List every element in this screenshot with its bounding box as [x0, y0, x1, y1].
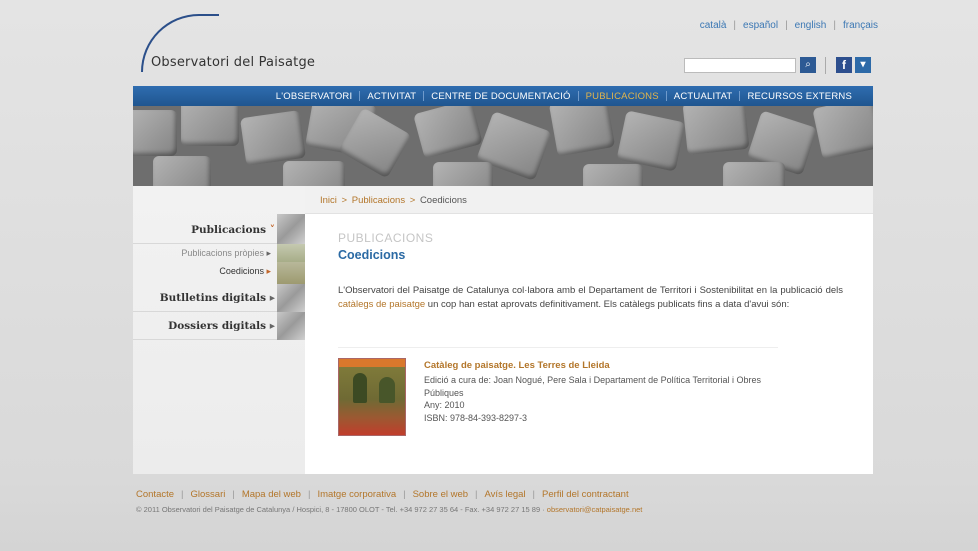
nav-actualitat[interactable]: ACTUALITAT	[667, 91, 740, 102]
book-details: Edició a cura de: Joan Nogué, Pere Sala …	[424, 374, 794, 424]
footer-link-sobre[interactable]: Sobre el web	[413, 489, 468, 500]
banner-stone	[283, 161, 345, 186]
sidebar-item-label: Butlletins digitals	[159, 292, 267, 304]
site-logo[interactable]: Observatori del Paisatge	[151, 55, 315, 70]
breadcrumb: Inici > Publicacions > Coedicions	[305, 186, 873, 214]
breadcrumb-home[interactable]: Inici	[320, 195, 337, 206]
chevron-down-icon: ˅	[269, 224, 275, 236]
banner-stone	[682, 106, 750, 156]
footer-separator: |	[475, 489, 478, 500]
banner-stone	[583, 164, 643, 186]
footer-link-avis-legal[interactable]: Avís legal	[485, 489, 526, 500]
chevron-right-icon: ▸	[269, 292, 275, 304]
section-label: PUBLICACIONS	[338, 231, 434, 245]
sidebar-thumbnail	[277, 262, 305, 284]
intro-text: un cop han estat aprovats definitivament…	[425, 299, 790, 310]
footer-separator: |	[403, 489, 406, 500]
lang-francais[interactable]: français	[836, 20, 885, 31]
lang-english[interactable]: english	[788, 20, 834, 31]
sidebar-subitem-label: Coedicions	[219, 266, 264, 276]
divider	[338, 347, 778, 348]
breadcrumb-separator: >	[409, 195, 416, 206]
sidebar-subitem-label: Publicacions pròpies	[181, 248, 264, 258]
nav-publicacions[interactable]: PUBLICACIONS	[579, 91, 666, 102]
footer-link-imatge[interactable]: Imatge corporativa	[317, 489, 396, 500]
banner-stone	[433, 162, 493, 186]
page-title: Coedicions	[338, 248, 406, 262]
footer-separator: |	[181, 489, 184, 500]
banner-stone	[153, 156, 211, 186]
search-input[interactable]	[684, 58, 796, 73]
header-banner-image	[133, 106, 873, 186]
sidebar-item-label: Dossiers digitals	[168, 320, 267, 332]
banner-stone	[413, 106, 483, 159]
book-cover-image[interactable]	[338, 358, 406, 436]
breadcrumb-separator: >	[341, 195, 348, 206]
facebook-icon[interactable]: f	[836, 57, 852, 73]
chevron-right-icon: ▸	[266, 266, 271, 276]
banner-stone	[812, 106, 873, 160]
chevron-right-icon: ▸	[269, 320, 275, 332]
footer-link-glossari[interactable]: Glossari	[191, 489, 226, 500]
nav-recursos-externs[interactable]: RECURSOS EXTERNS	[740, 91, 859, 102]
footer-separator: |	[532, 489, 535, 500]
breadcrumb-publicacions[interactable]: Publicacions	[352, 195, 405, 206]
cover-tree	[353, 373, 367, 403]
banner-stone	[548, 106, 616, 157]
sidebar-subitem-propies[interactable]: Publicacions pròpies ▸	[133, 248, 277, 259]
twitter-icon[interactable]: ▾	[855, 57, 871, 73]
nav-activitat[interactable]: ACTIVITAT	[360, 91, 423, 102]
book-isbn: ISBN: 978-84-393-8297-3	[424, 412, 528, 423]
copyright-text: © 2011 Observatori del Paisatge de Catal…	[136, 505, 547, 514]
banner-stone	[181, 106, 239, 146]
banner-stone	[723, 162, 785, 186]
search-icon: ⌕	[805, 59, 811, 70]
banner-stone	[239, 110, 307, 166]
footer-copyright: © 2011 Observatori del Paisatge de Catal…	[136, 505, 642, 514]
nav-centre-documentacio[interactable]: CENTRE DE DOCUMENTACIÓ	[424, 91, 577, 102]
nav-observatori[interactable]: L'OBSERVATORI	[269, 91, 360, 102]
banner-stone	[133, 110, 177, 156]
language-switcher: català | español | english | français	[693, 20, 885, 31]
breadcrumb-current: Coedicions	[419, 195, 467, 206]
sidebar-subitem-coedicions[interactable]: Coedicions ▸	[133, 266, 277, 277]
footer-email-link[interactable]: observatori@catpaisatge.net	[547, 505, 643, 514]
footer-links: Contacte | Glossari | Mapa del web | Ima…	[136, 489, 629, 500]
lang-espanol[interactable]: español	[736, 20, 785, 31]
footer-separator: |	[232, 489, 235, 500]
sidebar-thumbnail	[277, 214, 305, 244]
sidebar-item-label: Publicacions	[191, 224, 267, 236]
book-editors: Edició a cura de: Joan Nogué, Pere Sala …	[424, 375, 762, 398]
footer-separator: |	[307, 489, 311, 500]
book-year: Any: 2010	[424, 400, 465, 410]
sidebar-thumbnail	[277, 312, 305, 340]
lang-catala[interactable]: català	[693, 20, 734, 31]
chevron-right-icon: ▸	[266, 248, 271, 258]
search-button[interactable]: ⌕	[800, 57, 816, 73]
banner-stone	[616, 110, 686, 172]
cover-tree	[379, 377, 395, 403]
catalegs-link[interactable]: catàlegs de paisatge	[338, 299, 425, 310]
header-divider	[825, 57, 826, 74]
main-nav: L'OBSERVATORI ACTIVITAT CENTRE DE DOCUME…	[133, 86, 873, 106]
sidebar-thumbnail	[277, 284, 305, 312]
footer-link-contacte[interactable]: Contacte	[136, 489, 174, 500]
footer-link-mapa[interactable]: Mapa del web	[242, 489, 301, 500]
intro-paragraph: L'Observatori del Paisatge de Catalunya …	[338, 284, 843, 312]
footer-link-perfil[interactable]: Perfil del contractant	[542, 489, 629, 500]
book-title-link[interactable]: Catàleg de paisatge. Les Terres de Lleid…	[424, 360, 610, 371]
intro-text: L'Observatori del Paisatge de Catalunya …	[338, 285, 843, 296]
sidebar-thumbnail	[277, 244, 305, 262]
